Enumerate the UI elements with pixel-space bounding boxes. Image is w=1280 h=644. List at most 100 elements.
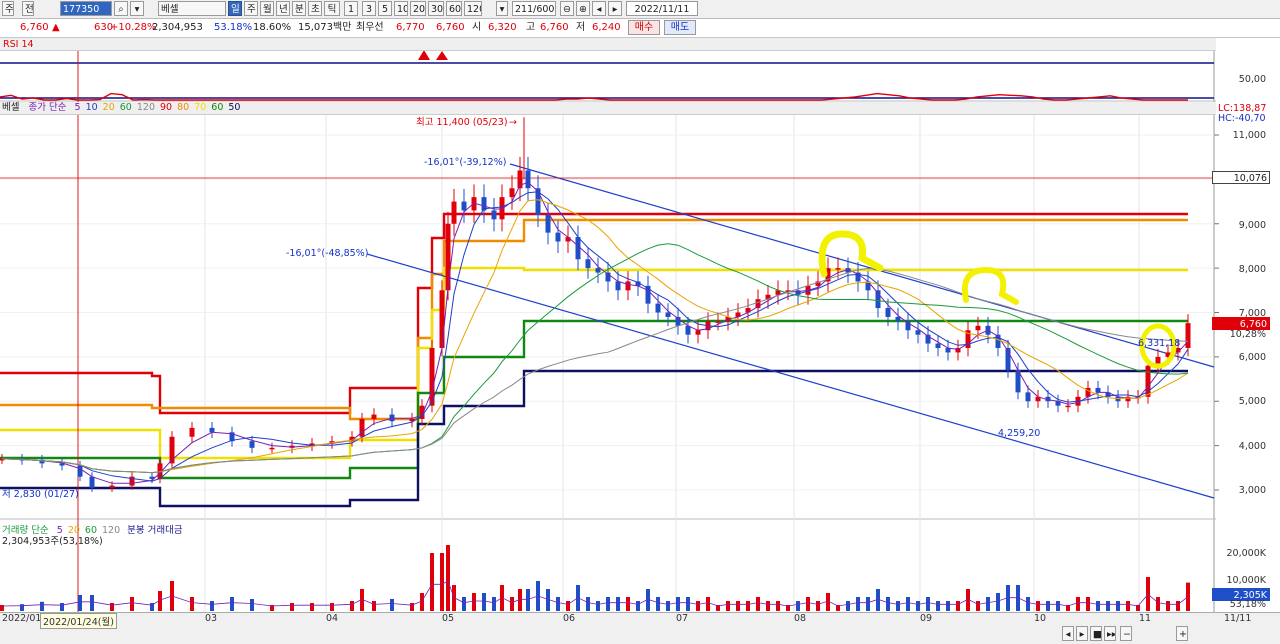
volume-bar: [886, 597, 890, 611]
interval-button[interactable]: 10: [394, 1, 408, 16]
candle-body: [525, 170, 531, 189]
volume-axis-20000: 20,000K: [1226, 548, 1266, 559]
stock-name[interactable]: 베셀: [158, 1, 226, 16]
fast-forward-icon[interactable]: ▸▸: [1104, 626, 1116, 641]
interval-button[interactable]: 60: [446, 1, 462, 16]
tab-day[interactable]: 일: [228, 1, 242, 16]
volume-bar: [586, 597, 590, 611]
interval-button[interactable]: 3: [362, 1, 376, 16]
volume-bar: [986, 597, 990, 611]
volume-bar: [110, 603, 114, 611]
volume-bar: [596, 601, 600, 611]
date-input[interactable]: 2022/11/11: [626, 1, 698, 16]
volume-axis-10000: 10,000K: [1226, 575, 1266, 586]
volume-bar: [656, 597, 660, 611]
interval-button[interactable]: 1: [344, 1, 358, 16]
legend-ma-period: 120: [136, 102, 155, 113]
legend-ma-period: 50: [228, 102, 241, 113]
interval-button[interactable]: 5: [378, 1, 392, 16]
trendline-bottom-label: -16,01°(-48,85%): [286, 248, 369, 259]
volume-legend-period: 5: [56, 525, 63, 536]
x-axis-tick-label: 11/11: [1224, 613, 1252, 624]
best-quote-label: 최우선: [356, 22, 384, 33]
stop-icon[interactable]: ■: [1090, 626, 1102, 641]
best-ask: 6,770: [396, 22, 425, 33]
interval-button[interactable]: 120: [464, 1, 482, 16]
low-annotation: 저 2,830 (01/27): [2, 489, 79, 500]
candle-body: [695, 330, 701, 335]
sell-button[interactable]: 매도: [664, 20, 696, 35]
candle-body: [491, 210, 497, 220]
interval-button[interactable]: 20: [410, 1, 426, 16]
tab-month[interactable]: 월: [260, 1, 274, 16]
tab-second[interactable]: 초: [308, 1, 322, 16]
volume-bar: [1126, 601, 1130, 611]
interval-button[interactable]: 30: [428, 1, 444, 16]
legend-ma-period: 20: [102, 102, 115, 113]
volume-bar: [996, 593, 1000, 611]
filter-select[interactable]: 전: [22, 1, 34, 16]
candle-body: [89, 476, 95, 488]
volume-bar: [90, 595, 94, 611]
chart-canvas[interactable]: [0, 38, 1280, 613]
prev-icon[interactable]: ◂: [592, 1, 606, 16]
candle-body: [655, 303, 661, 313]
next-icon[interactable]: ▸: [608, 1, 622, 16]
buy-button[interactable]: 매수: [628, 20, 660, 35]
volume-bar: [766, 601, 770, 611]
tab-tick[interactable]: 틱: [324, 1, 340, 16]
count-display[interactable]: 211/600: [512, 1, 556, 16]
zoom-out-icon[interactable]: ⊖: [560, 1, 574, 16]
volume-bar: [726, 601, 730, 611]
volume-bar: [806, 597, 810, 611]
code-input[interactable]: 177350: [60, 1, 112, 16]
low-label: 저: [576, 22, 586, 33]
volume-bar: [492, 597, 496, 611]
candle-body: [935, 343, 941, 348]
volume-bar: [526, 589, 530, 611]
tab-year[interactable]: 년: [276, 1, 290, 16]
legend-ma-label: 종가 단순: [28, 102, 67, 113]
volume-bar: [696, 601, 700, 611]
zoom-minus-icon[interactable]: −: [1120, 626, 1132, 641]
tab-week[interactable]: 주: [244, 1, 258, 16]
volume-bar: [1166, 601, 1170, 611]
x-axis-tick-label: 08: [794, 613, 807, 624]
market-select[interactable]: 주: [2, 1, 14, 16]
zoom-plus-icon[interactable]: +: [1176, 626, 1188, 641]
candle-body: [509, 188, 515, 198]
rsi-title-bar: [0, 38, 1216, 51]
legend-ma-period: 70: [194, 102, 207, 113]
count-total: /600: [533, 4, 555, 15]
volume-bar: [1086, 597, 1090, 611]
x-axis-tick-label: 07: [676, 613, 689, 624]
y-axis-tick-label: 11,000: [1232, 130, 1266, 141]
x-axis-tick-label: 03: [205, 613, 218, 624]
volume-bar: [372, 601, 376, 611]
volume-bar: [1056, 601, 1060, 611]
y-axis-tick-label: 6,000: [1238, 352, 1266, 363]
high-price: 6,760: [540, 22, 569, 33]
tab-minute[interactable]: 분: [292, 1, 306, 16]
dropdown-icon[interactable]: ▾: [130, 1, 144, 16]
x-axis-tick-label: 10: [1034, 613, 1047, 624]
volume-bar: [1176, 601, 1180, 611]
search-icon[interactable]: ⌕: [114, 1, 128, 16]
volume-bar: [60, 603, 64, 611]
scroll-left-icon[interactable]: ◂: [1062, 626, 1074, 641]
volume-bar: [746, 601, 750, 611]
volume-bar: [916, 601, 920, 611]
legend-ma-period: 5: [74, 102, 81, 113]
legend-ma-period: 60: [211, 102, 224, 113]
zoom-in-icon[interactable]: ⊕: [576, 1, 590, 16]
interval-dropdown-icon[interactable]: ▾: [496, 1, 508, 16]
volume-bar: [926, 597, 930, 611]
volume-bar: [190, 597, 194, 611]
volume-bar: [956, 601, 960, 611]
legend-ma-period: 60: [119, 102, 132, 113]
volume-bar: [310, 603, 314, 611]
candle-body: [625, 281, 631, 291]
volume-bar: [462, 597, 466, 611]
volume-bar: [1036, 601, 1040, 611]
play-icon[interactable]: ▸: [1076, 626, 1088, 641]
